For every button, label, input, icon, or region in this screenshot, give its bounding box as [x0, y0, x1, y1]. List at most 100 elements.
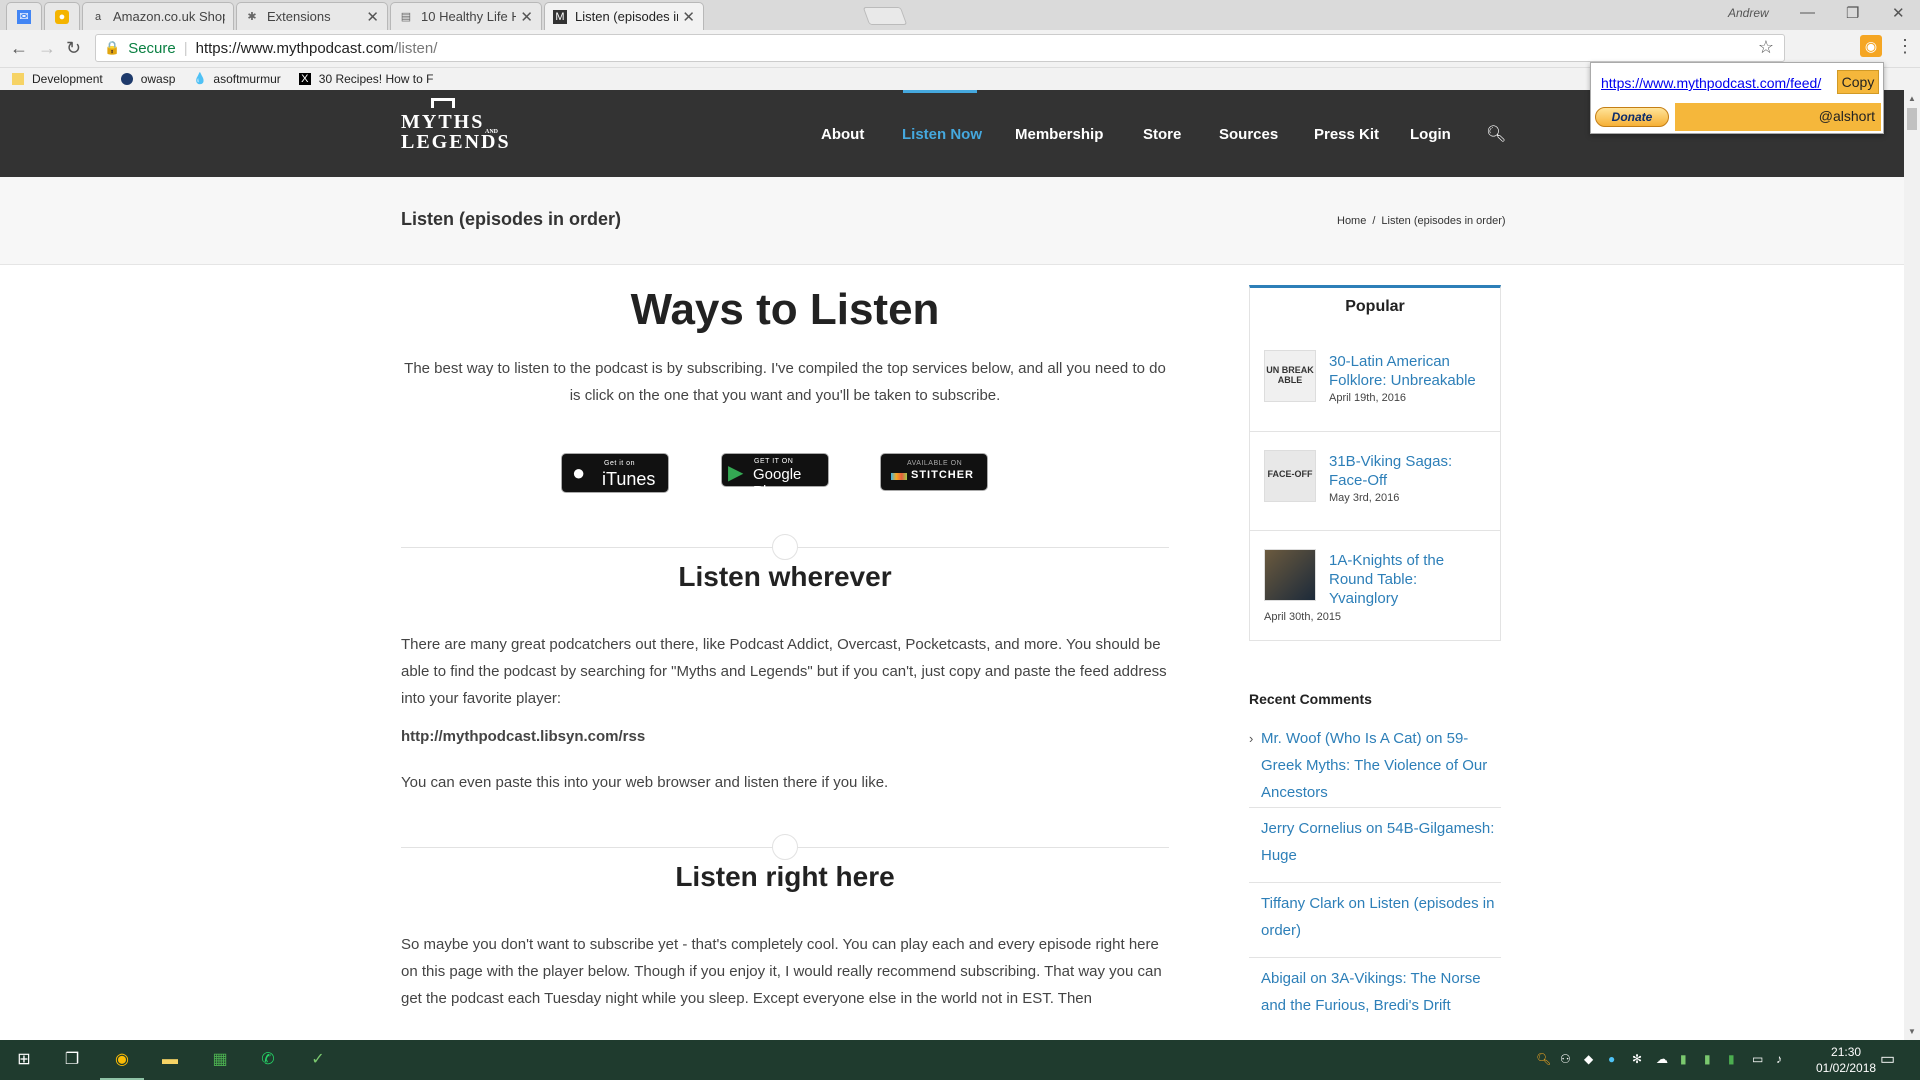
breadcrumb: Home / Listen (episodes in order)	[1337, 215, 1506, 227]
profile-name[interactable]: Andrew	[1728, 6, 1769, 20]
bookmark-development[interactable]: Development	[12, 72, 103, 86]
tab-extensions[interactable]: ✱ Extensions ✕	[236, 2, 388, 30]
browser-tray-icon[interactable]: ●	[1608, 1052, 1615, 1066]
nav-login[interactable]: Login	[1410, 126, 1451, 143]
tab-life-hacks[interactable]: ▤ 10 Healthy Life Hacks: M ✕	[390, 2, 542, 30]
stitcher-badge[interactable]: AVAILABLE ON STITCHER	[880, 453, 988, 491]
nav-membership[interactable]: Membership	[1015, 126, 1103, 143]
nav-store[interactable]: Store	[1143, 126, 1181, 143]
cloud-icon[interactable]: ☁	[1656, 1052, 1668, 1066]
whatsapp-icon[interactable]: ✆	[256, 1048, 280, 1072]
ways-to-listen-heading: Ways to Listen	[630, 285, 940, 334]
bookmark-30-recipes[interactable]: X 30 Recipes! How to F	[298, 72, 434, 86]
tab-inbox[interactable]: ✉	[6, 2, 42, 30]
feed-link[interactable]: https://www.mythpodcast.com/feed/	[1601, 75, 1821, 91]
episode-thumbnail: UN BREAK ABLE	[1264, 350, 1316, 402]
scroll-down-icon[interactable]: ▼	[1908, 1027, 1916, 1036]
url-host: https://www.mythpodcast.com	[195, 39, 395, 57]
bookmark-label: 30 Recipes! How to F	[318, 72, 434, 86]
forward-icon[interactable]: →	[38, 38, 56, 59]
tab-listen[interactable]: M Listen (episodes in order ✕	[544, 2, 704, 30]
divider-ornament	[772, 534, 798, 560]
minimize-icon[interactable]: —	[1800, 4, 1815, 21]
badge-big-text: Google Play	[753, 466, 802, 500]
popular-item-title[interactable]: 31B-Viking Sagas: Face-Off	[1329, 452, 1489, 490]
close-icon[interactable]: ✕	[520, 8, 533, 26]
notifications-icon[interactable]: ▭	[1880, 1049, 1895, 1069]
popular-item[interactable]: UN BREAK ABLE 30-Latin American Folklore…	[1250, 332, 1500, 432]
back-icon[interactable]: ←	[10, 38, 28, 59]
restore-icon[interactable]: ❐	[1846, 4, 1859, 22]
donate-button[interactable]: Donate	[1595, 107, 1669, 127]
rss-icon[interactable]: ◉	[1860, 35, 1882, 57]
task-view-icon[interactable]: ❐	[60, 1048, 84, 1072]
nav-about[interactable]: About	[821, 126, 864, 143]
scrollbar-thumb[interactable]	[1907, 108, 1917, 130]
volume-icon[interactable]: ♪	[1776, 1052, 1782, 1066]
recent-comment-text[interactable]: Tiffany Clark on Listen (episodes in ord…	[1261, 890, 1496, 944]
site-logo[interactable]: MYTHS LEGENDS AND	[401, 98, 511, 152]
feed-url[interactable]: http://mythpodcast.libsyn.com/rss	[401, 723, 1169, 750]
itunes-badge[interactable]: ● Get it on iTunes	[561, 453, 669, 493]
nav-listen-now[interactable]: Listen Now	[902, 126, 982, 143]
tasks-icon[interactable]: ✓	[306, 1048, 330, 1072]
recent-comment[interactable]: Tiffany Clark on Listen (episodes in ord…	[1249, 890, 1501, 958]
new-tab-button[interactable]	[862, 7, 908, 25]
windows-start-icon[interactable]: ⊞	[12, 1048, 36, 1072]
secure-label: Secure	[128, 39, 176, 57]
app-tray-icon-3[interactable]: ▮	[1728, 1052, 1735, 1066]
recent-comment-text[interactable]: Mr. Woof (Who Is A Cat) on 59-Greek Myth…	[1261, 725, 1496, 806]
spreadsheet-icon[interactable]: ▦	[208, 1048, 232, 1072]
dropbox-icon[interactable]: ◆	[1584, 1052, 1593, 1066]
nav-press-kit[interactable]: Press Kit	[1314, 126, 1379, 143]
popular-item-title[interactable]: 1A-Knights of the Round Table: Yvainglor…	[1329, 551, 1489, 608]
chrome-icon[interactable]: ◉	[100, 1048, 144, 1080]
recent-comment-text[interactable]: Jerry Cornelius on 54B-Gilgamesh: Huge	[1261, 815, 1496, 869]
tab-title: Listen (episodes in order	[575, 9, 678, 24]
bookmark-asoftmurmur[interactable]: 💧 asoftmurmur	[193, 72, 280, 86]
google-play-badge[interactable]: ▶ GET IT ON Google Play	[721, 453, 829, 500]
window-close-icon[interactable]: ✕	[1892, 4, 1905, 22]
puzzle-icon: ✱	[247, 10, 257, 23]
url-path: /listen/	[394, 39, 438, 57]
popular-item[interactable]: FACE-OFF 31B-Viking Sagas: Face-Off May …	[1250, 431, 1500, 531]
display-tray-icon[interactable]: ▭	[1752, 1052, 1763, 1066]
address-bar[interactable]: 🔒 Secure | https://www.mythpodcast.com/l…	[95, 34, 1785, 62]
file-explorer-icon[interactable]: ▬	[158, 1048, 182, 1072]
page-scrollbar[interactable]: ▲ ▼	[1904, 90, 1920, 1040]
system-clock[interactable]: 21:30 01/02/2018	[1816, 1044, 1876, 1076]
nav-sources[interactable]: Sources	[1219, 126, 1278, 143]
settings-tray-icon[interactable]: ✻	[1632, 1052, 1642, 1066]
clock-date: 01/02/2018	[1816, 1061, 1877, 1075]
popular-item[interactable]: 1A-Knights of the Round Table: Yvainglor…	[1250, 530, 1500, 640]
app-tray-icon-2[interactable]: ▮	[1704, 1052, 1711, 1066]
close-icon[interactable]: ✕	[366, 8, 379, 26]
popular-item-date: April 19th, 2016	[1329, 392, 1407, 404]
tab-keep[interactable]: ●	[44, 2, 80, 30]
reload-icon[interactable]: ↻	[66, 38, 81, 59]
tab-amazon[interactable]: a Amazon.co.uk Shopping	[82, 2, 234, 30]
recent-comment[interactable]: › Mr. Woof (Who Is A Cat) on 59-Greek My…	[1249, 725, 1501, 808]
bookmark-label: owasp	[140, 72, 176, 86]
badge-small-text: Get it on	[604, 460, 635, 467]
search-tray-icon[interactable]: 🔍︎	[1536, 1052, 1551, 1066]
network-tray-icon[interactable]: ⚇	[1560, 1052, 1571, 1066]
close-icon[interactable]: ✕	[682, 8, 695, 26]
episode-thumbnail	[1264, 549, 1316, 601]
menu-icon[interactable]: ⋮	[1896, 36, 1914, 57]
popular-item-title[interactable]: 30-Latin American Folklore: Unbreakable	[1329, 352, 1489, 390]
bookmark-owasp[interactable]: owasp	[120, 72, 176, 86]
scroll-up-icon[interactable]: ▲	[1908, 94, 1916, 103]
drop-icon: 💧	[193, 73, 208, 85]
recent-comment-text[interactable]: Abigail on 3A-Vikings: The Norse and the…	[1261, 965, 1496, 1019]
recent-comment[interactable]: Jerry Cornelius on 54B-Gilgamesh: Huge	[1249, 815, 1501, 883]
listen-right-here-heading: Listen right here	[675, 861, 895, 892]
author-handle[interactable]: @alshort	[1819, 108, 1875, 124]
breadcrumb-home[interactable]: Home	[1337, 215, 1366, 227]
search-icon[interactable]: 🔍︎	[1486, 124, 1506, 144]
app-tray-icon[interactable]: ▮	[1680, 1052, 1687, 1066]
lock-icon: 🔒	[104, 40, 121, 55]
recent-comment[interactable]: Abigail on 3A-Vikings: The Norse and the…	[1249, 965, 1501, 1033]
copy-button[interactable]: Copy	[1837, 70, 1879, 94]
bookmark-star-icon[interactable]: ☆	[1758, 37, 1774, 58]
